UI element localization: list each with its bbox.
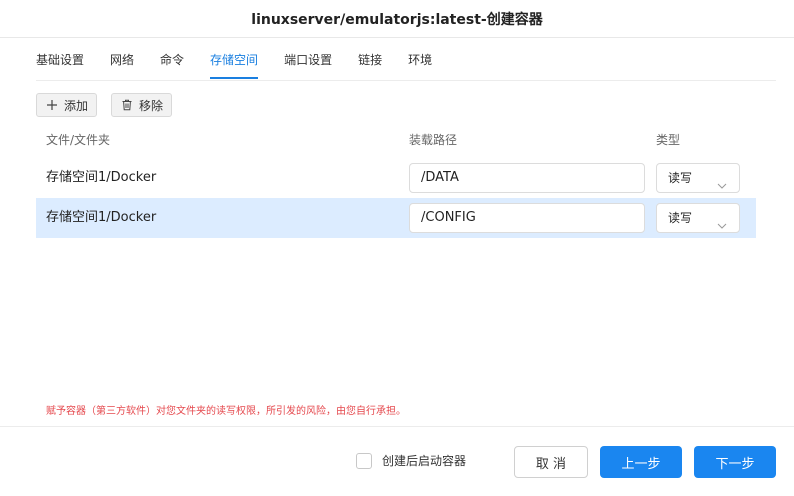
- tabs-divider: [36, 80, 776, 81]
- column-header-path: 文件/文件夹: [46, 133, 111, 147]
- type-select[interactable]: 读写: [656, 203, 740, 233]
- remove-button-label: 移除: [139, 98, 164, 113]
- add-button-label: 添加: [64, 98, 89, 113]
- tab-links[interactable]: 链接: [358, 44, 382, 80]
- tab-port-settings[interactable]: 端口设置: [284, 44, 332, 80]
- tab-basic-settings[interactable]: 基础设置: [36, 44, 84, 80]
- type-select[interactable]: 读写: [656, 163, 740, 193]
- tab-storage[interactable]: 存储空间: [210, 44, 259, 80]
- auto-start-checkbox[interactable]: [356, 452, 372, 469]
- trash-icon: [120, 98, 134, 112]
- tab-command[interactable]: 命令: [160, 44, 184, 80]
- title-bar: linuxserver/emulatorjs:latest-创建容器: [0, 0, 794, 38]
- column-header-mount: 装载路径: [409, 133, 458, 147]
- remove-button[interactable]: 移除: [111, 93, 173, 117]
- auto-start-option[interactable]: 创建后启动容器: [356, 452, 466, 469]
- footer-divider: [0, 426, 794, 427]
- mount-path-input[interactable]: /DATA: [409, 163, 645, 193]
- row-path: 存储空间1/Docker: [46, 170, 157, 185]
- table-row-selected[interactable]: 存储空间1/Docker /CONFIG 读写: [36, 198, 756, 238]
- type-select-value: 读写: [668, 211, 693, 225]
- toolbar: 添加 移除: [36, 93, 173, 117]
- chevron-down-icon: [717, 213, 727, 229]
- plus-icon: [45, 98, 59, 112]
- tab-environment[interactable]: 环境: [408, 44, 432, 80]
- type-select-value: 读写: [668, 171, 693, 185]
- table-row[interactable]: 存储空间1/Docker /DATA 读写: [36, 158, 756, 198]
- auto-start-label: 创建后启动容器: [382, 454, 467, 468]
- column-header-type: 类型: [656, 133, 681, 147]
- tab-network[interactable]: 网络: [110, 44, 134, 80]
- previous-step-button[interactable]: 上一步: [600, 446, 682, 478]
- add-button[interactable]: 添加: [36, 93, 98, 117]
- chevron-down-icon: [717, 173, 727, 189]
- window-title: linuxserver/emulatorjs:latest-创建容器: [251, 11, 543, 28]
- tab-bar: 基础设置 网络 命令 存储空间 端口设置 链接 环境: [36, 44, 458, 80]
- next-step-button[interactable]: 下一步: [694, 446, 776, 478]
- risk-warning: 赋予容器（第三方软件）对您文件夹的读写权限，所引发的风险，由您自行承担。: [46, 406, 406, 417]
- cancel-button[interactable]: 取 消: [514, 446, 588, 478]
- mount-path-input[interactable]: /CONFIG: [409, 203, 645, 233]
- row-path: 存储空间1/Docker: [46, 210, 157, 225]
